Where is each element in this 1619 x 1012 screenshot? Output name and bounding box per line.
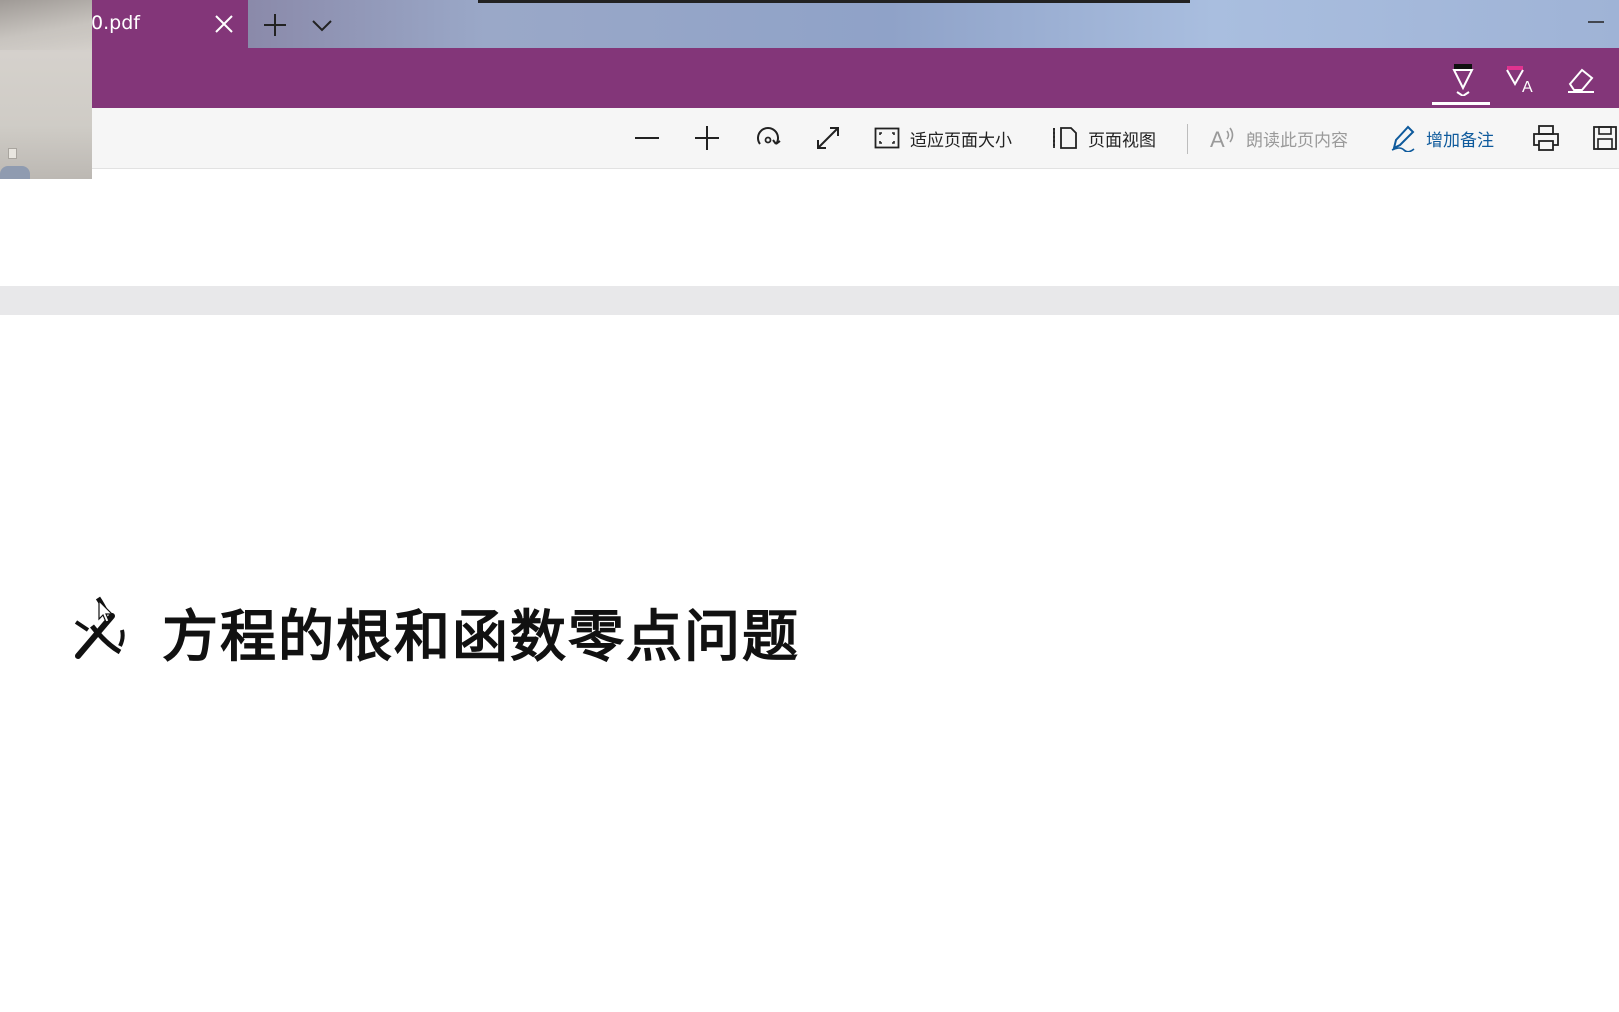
svg-text:A: A bbox=[1522, 79, 1533, 96]
svg-text:A: A bbox=[1210, 127, 1225, 151]
close-icon[interactable] bbox=[210, 10, 238, 38]
fit-page-label: 适应页面大小 bbox=[910, 130, 1012, 151]
webcam-background bbox=[0, 0, 92, 50]
selected-tool-indicator bbox=[1432, 102, 1490, 105]
toolbar-divider bbox=[1187, 124, 1188, 154]
webcam-overlay bbox=[0, 0, 92, 179]
rotate-icon bbox=[757, 127, 781, 145]
read-aloud-icon: A bbox=[1210, 127, 1234, 151]
title-bar: 0.pdf bbox=[0, 0, 1619, 48]
tab-title: 0.pdf bbox=[91, 12, 140, 34]
pdf-toolbar: 适应页面大小 页面视图 A 朗读此页内容 增加备注 bbox=[0, 108, 1619, 169]
heading-text: 方程的根和函数零点问题 bbox=[162, 603, 800, 670]
printer-icon bbox=[1533, 125, 1559, 151]
pen-icon[interactable] bbox=[1432, 62, 1490, 105]
document-heading: 方程的根和函数零点问题 bbox=[72, 592, 800, 672]
print-button[interactable] bbox=[1532, 122, 1560, 154]
plus-icon bbox=[695, 126, 719, 150]
chevron-down-icon[interactable] bbox=[310, 14, 334, 36]
add-notes-button[interactable]: 增加备注 bbox=[1390, 122, 1494, 154]
fullscreen-button[interactable] bbox=[814, 122, 842, 154]
read-aloud-button[interactable]: A 朗读此页内容 bbox=[1210, 122, 1348, 154]
rotate-button[interactable] bbox=[754, 122, 782, 154]
fit-page-button[interactable]: 适应页面大小 bbox=[874, 122, 1012, 154]
ink-toolbar: A bbox=[0, 48, 1619, 108]
read-aloud-label: 朗读此页内容 bbox=[1246, 130, 1348, 151]
eraser-icon[interactable] bbox=[1564, 62, 1598, 96]
page-view-label: 页面视图 bbox=[1088, 130, 1156, 151]
page-view-button[interactable]: 页面视图 bbox=[1052, 122, 1156, 154]
add-notes-label: 增加备注 bbox=[1426, 130, 1494, 151]
zoom-in-button[interactable] bbox=[694, 122, 720, 154]
page-view-icon bbox=[1053, 127, 1077, 149]
minimize-button[interactable] bbox=[1586, 12, 1606, 32]
zoom-out-button[interactable] bbox=[634, 122, 660, 154]
webcam-outlet bbox=[8, 148, 17, 159]
webcam-person bbox=[0, 166, 30, 179]
mouse-cursor-icon bbox=[98, 599, 114, 624]
highlight-text-icon[interactable]: A bbox=[1504, 62, 1538, 96]
minus-icon bbox=[635, 137, 659, 139]
new-tab-button[interactable] bbox=[262, 12, 288, 38]
expand-icon bbox=[817, 127, 839, 149]
page-separator bbox=[0, 286, 1619, 315]
pen-notes-icon bbox=[1391, 125, 1415, 152]
fit-page-icon bbox=[874, 127, 900, 149]
save-button[interactable] bbox=[1592, 122, 1618, 154]
save-icon bbox=[1593, 126, 1617, 150]
window-edge bbox=[478, 0, 1190, 3]
